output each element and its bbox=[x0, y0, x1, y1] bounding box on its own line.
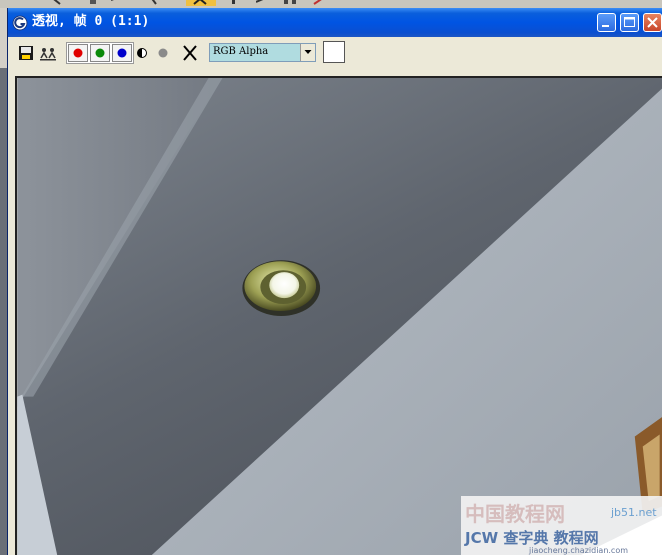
watermark-line2: JCW 查字典 教程网 bbox=[464, 529, 599, 547]
channel-buttons-group bbox=[66, 42, 134, 64]
parent-tool-icon[interactable] bbox=[312, 0, 326, 6]
maximize-button[interactable] bbox=[620, 13, 639, 32]
parent-toolbar-strip bbox=[0, 0, 662, 8]
rendered-image-viewport bbox=[15, 76, 662, 555]
parent-tool-icon[interactable] bbox=[282, 0, 296, 6]
render-frame-window: 透视, 帧 0 (1:1) RGB Alpha jb51.net 中国教程网 J… bbox=[7, 8, 662, 555]
dropdown-arrow-button[interactable] bbox=[300, 44, 315, 61]
window-title: 透视, 帧 0 (1:1) bbox=[32, 14, 150, 29]
watermark-site: jb51.net bbox=[610, 506, 657, 519]
background-app-edge bbox=[0, 68, 7, 555]
save-icon[interactable] bbox=[18, 43, 34, 63]
red-channel-button[interactable] bbox=[68, 44, 88, 62]
channel-display-select[interactable]: RGB Alpha bbox=[209, 43, 316, 62]
clear-icon[interactable] bbox=[182, 43, 198, 63]
clone-icon[interactable] bbox=[39, 43, 57, 63]
color-swatch[interactable] bbox=[323, 41, 345, 63]
monochrome-icon[interactable] bbox=[135, 43, 149, 63]
parent-tool-icon[interactable] bbox=[256, 0, 270, 6]
close-icon bbox=[647, 17, 658, 28]
parent-tool-icon[interactable] bbox=[110, 0, 124, 6]
parent-tool-icon[interactable] bbox=[146, 0, 160, 6]
green-dot-icon bbox=[95, 48, 105, 58]
watermark-line1: 中国教程网 bbox=[465, 502, 565, 526]
parent-tool-icon-active[interactable] bbox=[186, 0, 216, 6]
blue-dot-icon bbox=[117, 48, 127, 58]
watermark-url: jiaocheng.chazidian.com bbox=[528, 546, 628, 555]
minimize-button[interactable] bbox=[597, 13, 616, 32]
downlight-bulb bbox=[269, 272, 300, 299]
blue-channel-button[interactable] bbox=[112, 44, 132, 62]
chevron-down-icon bbox=[304, 50, 312, 54]
parent-tool-icon[interactable] bbox=[86, 0, 100, 6]
close-button[interactable] bbox=[643, 13, 662, 32]
app-logo-icon bbox=[12, 15, 28, 31]
channel-select-value: RGB Alpha bbox=[213, 46, 269, 57]
maximize-icon bbox=[624, 17, 635, 27]
parent-tool-icon[interactable] bbox=[48, 0, 62, 6]
parent-tool-icon[interactable] bbox=[226, 0, 240, 6]
watermark: jb51.net 中国教程网 JCW 查字典 教程网 jiaocheng.cha… bbox=[461, 496, 662, 555]
red-dot-icon bbox=[73, 48, 83, 58]
alpha-channel-icon[interactable] bbox=[156, 43, 170, 63]
render-toolbar: RGB Alpha bbox=[8, 37, 662, 68]
title-bar[interactable]: 透视, 帧 0 (1:1) bbox=[8, 8, 662, 37]
minimize-icon bbox=[602, 25, 609, 27]
green-channel-button[interactable] bbox=[90, 44, 110, 62]
